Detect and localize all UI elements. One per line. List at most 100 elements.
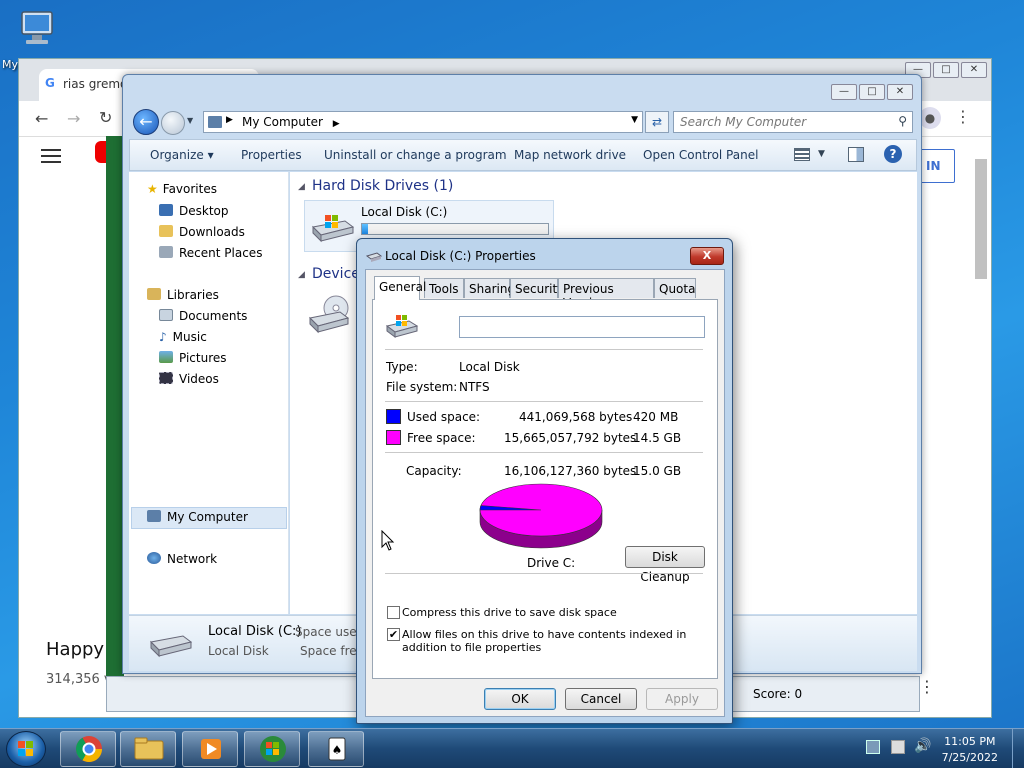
network-icon: [147, 552, 161, 564]
taskbar: ♠ 🔊 11:05 PM 7/25/2022: [0, 728, 1024, 768]
breadcrumb-arrow-icon[interactable]: ▶: [333, 119, 340, 129]
preview-pane-icon[interactable]: [848, 147, 864, 162]
nav-pictures[interactable]: Pictures: [159, 351, 227, 365]
capacity-label: Capacity:: [406, 464, 462, 478]
view-options-icon[interactable]: [794, 148, 810, 161]
address-bar[interactable]: ▶ My Computer ▶ ▼: [203, 111, 643, 133]
libraries-icon: [147, 288, 161, 300]
dialog-title: Local Disk (C:) Properties: [385, 249, 536, 263]
back-button[interactable]: ←: [133, 109, 159, 135]
music-note-icon: ♪: [159, 330, 167, 344]
computer-icon: [208, 116, 222, 128]
nav-libraries[interactable]: Libraries: [147, 288, 219, 302]
back-arrow-icon[interactable]: ←: [35, 109, 48, 128]
close-icon[interactable]: ✕: [887, 84, 913, 100]
forward-button[interactable]: [161, 111, 185, 135]
disk-cleanup-button[interactable]: Disk Cleanup: [625, 546, 705, 584]
clock-date: 7/25/2022: [941, 751, 998, 764]
map-network-drive-command[interactable]: Map network drive: [514, 148, 626, 162]
forward-arrow-icon[interactable]: →: [67, 109, 80, 128]
drive-label: Local Disk (C:): [361, 205, 448, 219]
close-icon[interactable]: ✕: [961, 62, 987, 78]
dvd-drive-icon[interactable]: [306, 294, 352, 334]
open-control-panel-command[interactable]: Open Control Panel: [643, 148, 758, 162]
dialog-close-button[interactable]: X: [690, 247, 724, 265]
volume-icon[interactable]: 🔊: [914, 738, 931, 754]
my-computer-desktop-icon[interactable]: [14, 8, 60, 56]
drive-name-input[interactable]: [459, 316, 705, 338]
nav-my-computer[interactable]: My Computer: [147, 510, 248, 524]
browser-scrollbar[interactable]: [975, 159, 987, 279]
tab-security[interactable]: Security: [510, 278, 564, 298]
taskbar-solitaire-button[interactable]: ♠: [308, 731, 364, 767]
help-icon[interactable]: ?: [884, 145, 902, 163]
properties-command[interactable]: Properties: [241, 148, 302, 162]
allow-indexing-checkbox[interactable]: ✔: [387, 628, 400, 641]
explorer-title-bar[interactable]: [123, 75, 921, 105]
reload-icon[interactable]: ↻: [99, 108, 112, 127]
more-options-icon[interactable]: ⋮: [919, 677, 935, 696]
explorer-window-controls: — □ ✕: [829, 83, 913, 100]
star-icon: ★: [147, 182, 158, 196]
separator: [385, 401, 703, 402]
tab-sharing[interactable]: Sharing: [464, 278, 515, 298]
video-title[interactable]: Happy: [46, 639, 104, 660]
separator: [385, 573, 703, 574]
nav-favorites[interactable]: ★ Favorites: [147, 182, 217, 196]
hard-disk-drives-heading[interactable]: Hard Disk Drives (1): [312, 178, 453, 194]
nav-documents[interactable]: Documents: [159, 309, 247, 323]
drive-usage-bar: [361, 223, 549, 235]
taskbar-chrome-button[interactable]: [60, 731, 116, 767]
search-input[interactable]: Search My Computer ⚲: [673, 111, 913, 133]
maximize-icon[interactable]: □: [933, 62, 959, 78]
taskbar-windows-button[interactable]: [244, 731, 300, 767]
free-space-swatch: [386, 430, 401, 445]
cancel-button[interactable]: Cancel: [565, 688, 637, 710]
windows-logo-icon: [18, 741, 33, 756]
used-space-size: 420 MB: [633, 410, 679, 424]
organize-menu[interactable]: Organize ▾: [150, 148, 214, 162]
start-button[interactable]: [6, 731, 46, 767]
nav-music[interactable]: ♪ Music: [159, 330, 207, 344]
tab-previous-versions[interactable]: Previous Versions: [558, 278, 654, 310]
ok-button[interactable]: OK: [484, 688, 556, 710]
drive-caption: Drive C:: [527, 556, 576, 570]
breadcrumb-arrow-icon[interactable]: ▶: [226, 115, 233, 125]
clock[interactable]: 11:05 PM 7/25/2022: [942, 734, 998, 766]
profile-icon[interactable]: ●: [919, 107, 941, 129]
uninstall-program-command[interactable]: Uninstall or change a program: [324, 148, 507, 162]
folder-icon: [134, 737, 164, 760]
devices-heading[interactable]: Device: [312, 266, 360, 282]
drive-usage-fill: [362, 224, 368, 234]
tab-quota[interactable]: Quota: [654, 278, 696, 298]
collapse-arrow-icon[interactable]: ◢: [298, 182, 305, 192]
hamburger-menu-icon[interactable]: [41, 149, 61, 163]
collapse-arrow-icon[interactable]: ◢: [298, 270, 305, 280]
command-bar: Organize ▾ Properties Uninstall or chang…: [129, 139, 917, 171]
tab-tools[interactable]: Tools: [424, 278, 464, 298]
address-dropdown-icon[interactable]: ▼: [631, 115, 638, 125]
search-icon[interactable]: ⚲: [898, 114, 907, 128]
browser-menu-icon[interactable]: ⋮: [955, 107, 971, 126]
apply-button[interactable]: Apply: [646, 688, 718, 710]
view-dropdown-icon[interactable]: ▼: [818, 149, 825, 159]
nav-videos[interactable]: Videos: [159, 372, 219, 386]
maximize-icon[interactable]: □: [859, 84, 885, 100]
nav-recent-places[interactable]: Recent Places: [159, 246, 262, 260]
refresh-button[interactable]: ⇄: [645, 111, 669, 133]
tab-general[interactable]: General: [374, 276, 426, 300]
nav-desktop[interactable]: Desktop: [159, 204, 229, 218]
nav-network[interactable]: Network: [147, 552, 217, 566]
recent-pages-chevron-icon[interactable]: ▼: [187, 116, 193, 125]
documents-icon: [159, 309, 173, 321]
taskbar-explorer-button[interactable]: [120, 731, 176, 767]
compress-drive-checkbox[interactable]: [387, 606, 400, 619]
taskbar-media-player-button[interactable]: [182, 731, 238, 767]
action-center-flag-icon[interactable]: [891, 740, 905, 754]
network-tray-icon[interactable]: [866, 740, 880, 754]
type-value: Local Disk: [459, 360, 520, 374]
downloads-folder-icon: [159, 225, 173, 237]
nav-downloads[interactable]: Downloads: [159, 225, 245, 239]
show-desktop-button[interactable]: [1012, 729, 1024, 768]
minimize-icon[interactable]: —: [831, 84, 857, 100]
